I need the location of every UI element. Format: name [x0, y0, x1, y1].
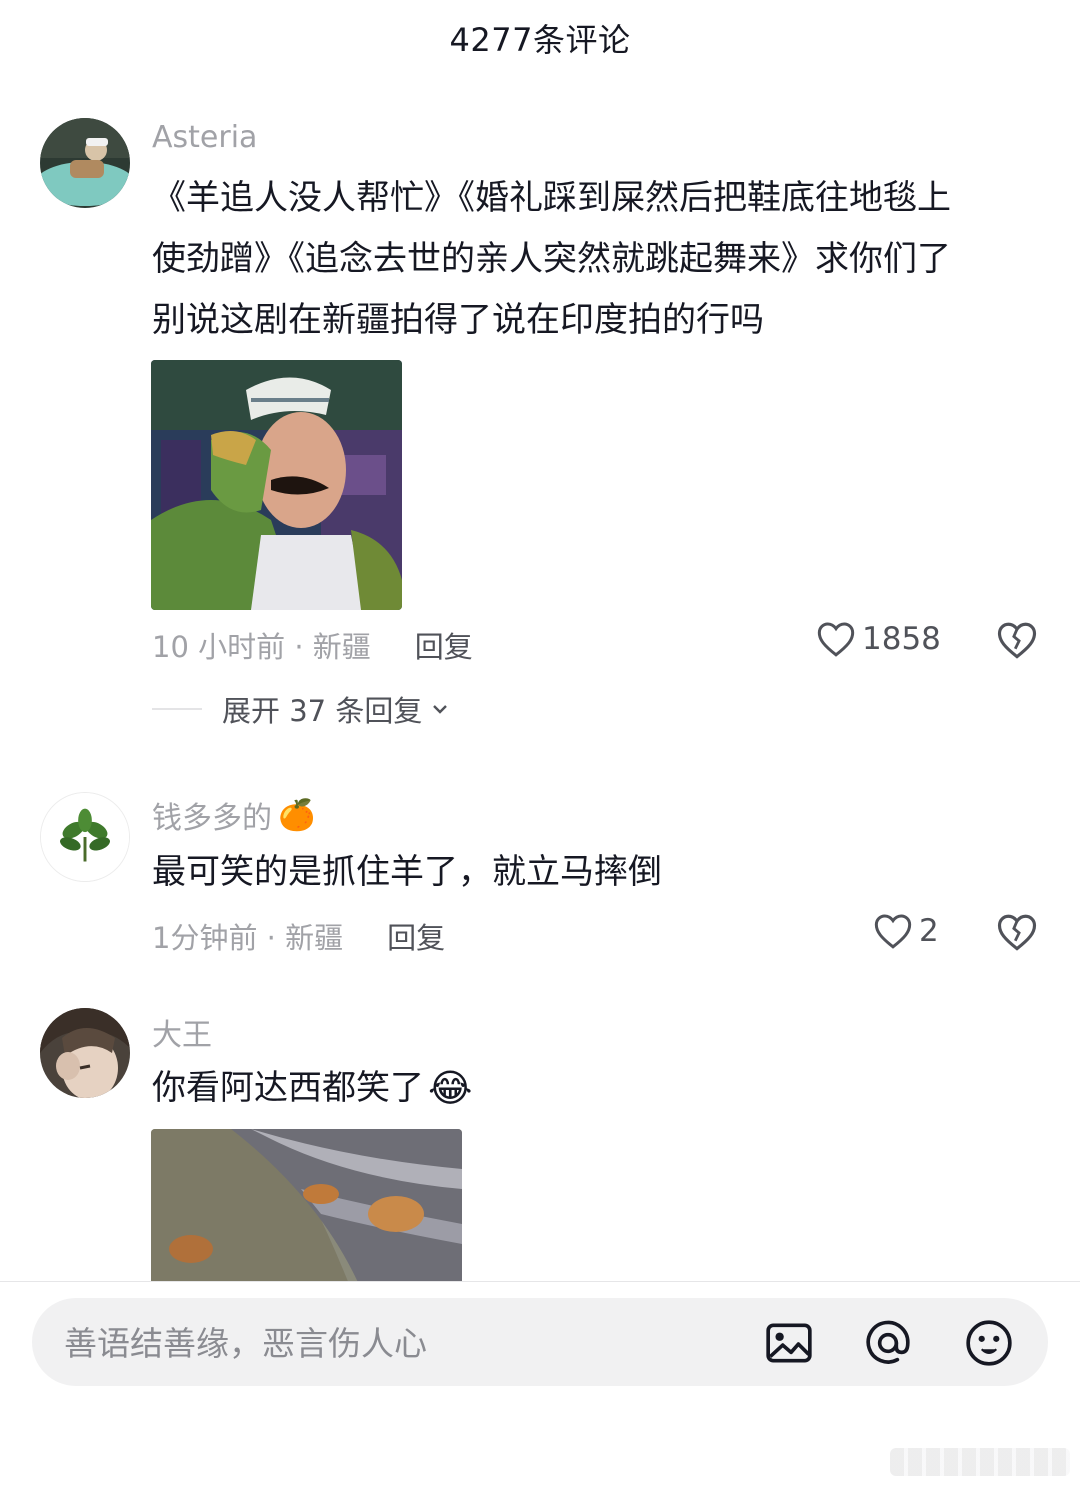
- comment-text: 最可笑的是抓住羊了，就立马摔倒: [152, 852, 662, 892]
- comment-image[interactable]: [151, 360, 402, 610]
- like-count: 1858: [862, 621, 941, 657]
- orange-emoji: 🍊: [278, 797, 316, 833]
- comment-text-body: 你看阿达西都笑了: [152, 1068, 424, 1108]
- comment-author-name: 钱多多的: [152, 801, 272, 836]
- comment-input[interactable]: [62, 1298, 746, 1388]
- avatar[interactable]: [40, 118, 130, 208]
- comment-text: 你看阿达西都笑了 😂: [152, 1058, 1042, 1119]
- comment-image[interactable]: [151, 1129, 462, 1282]
- heart-outline-icon: [817, 622, 855, 657]
- like-button[interactable]: 1858: [816, 620, 941, 658]
- at-icon[interactable]: [863, 1318, 913, 1368]
- broken-heart-icon: [997, 622, 1037, 659]
- avatar[interactable]: [40, 792, 130, 882]
- like-button[interactable]: 2: [873, 912, 939, 950]
- comment-list[interactable]: Asteria 《羊追人没人帮忙》《婚礼踩到屎然后把鞋底往地毯上 使劲蹭》《追念…: [0, 0, 1080, 1282]
- broken-heart-icon: [997, 914, 1037, 951]
- image-icon[interactable]: [764, 1318, 814, 1368]
- like-count: 2: [919, 913, 939, 949]
- home-indicator: [890, 1448, 1070, 1476]
- chevron-down-icon: [433, 705, 448, 714]
- dislike-button[interactable]: [996, 912, 1038, 952]
- laughing-emoji: 😂: [428, 1066, 473, 1110]
- divider: [0, 1281, 1080, 1282]
- comment-time-location: 1分钟前 · 新疆: [152, 921, 344, 955]
- comment-author[interactable]: 大王: [152, 1010, 212, 1054]
- comment-text-line: 别说这剧在新疆拍得了说在印度拍的行吗: [152, 300, 764, 340]
- expand-replies-button[interactable]: 展开 37 条回复: [152, 688, 452, 730]
- comment-text-line: 使劲蹭》《追念去世的亲人突然就跳起舞来》求你们了: [152, 239, 951, 279]
- comment-author[interactable]: Asteria: [152, 120, 257, 155]
- dislike-button[interactable]: [996, 620, 1038, 660]
- heart-outline-icon: [874, 914, 912, 949]
- divider: [152, 708, 202, 710]
- reply-button[interactable]: 回复: [415, 624, 473, 666]
- comment-meta: 10 小时前 · 新疆 回复: [152, 624, 473, 666]
- expand-replies-label: 展开 37 条回复: [222, 694, 423, 728]
- comment-author[interactable]: 钱多多的 🍊: [152, 793, 315, 837]
- comment-input-bar: [32, 1298, 1048, 1388]
- smiley-icon[interactable]: [964, 1318, 1014, 1368]
- comment-meta: 1分钟前 · 新疆 回复: [152, 915, 445, 957]
- avatar[interactable]: [40, 1008, 130, 1098]
- comment-text: 《羊追人没人帮忙》《婚礼踩到屎然后把鞋底往地毯上 使劲蹭》《追念去世的亲人突然就…: [152, 168, 1042, 351]
- reply-button[interactable]: 回复: [387, 915, 445, 957]
- comment-text-line: 《羊追人没人帮忙》《婚礼踩到屎然后把鞋底往地毯上: [152, 178, 951, 218]
- comment-time-location: 10 小时前 · 新疆: [152, 630, 371, 664]
